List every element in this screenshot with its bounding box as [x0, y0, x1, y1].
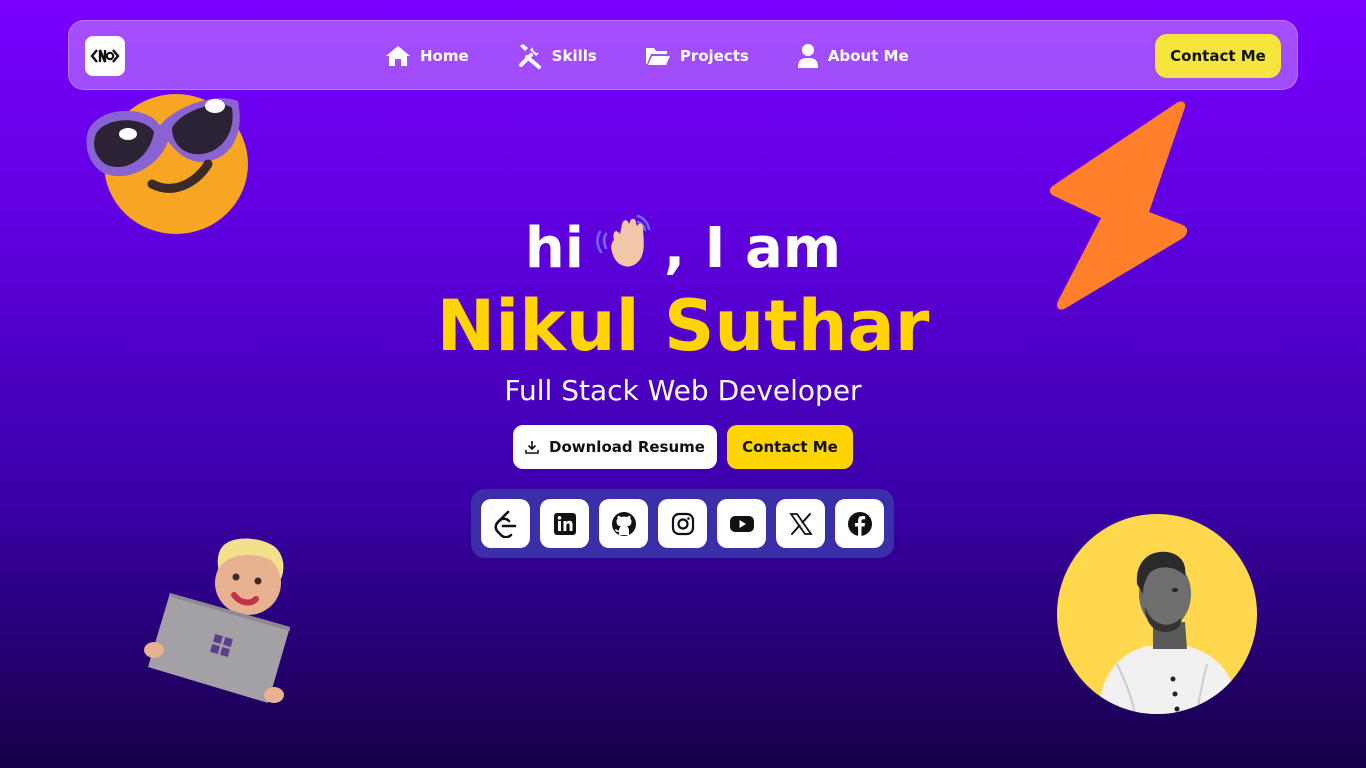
logo[interactable] [85, 36, 125, 76]
social-linkedin[interactable] [540, 499, 589, 548]
home-icon [386, 46, 410, 66]
nav-skills[interactable]: Skills [517, 43, 597, 69]
youtube-icon [729, 515, 754, 532]
github-icon [611, 511, 636, 536]
instagram-icon [671, 512, 694, 535]
nav-contact-button[interactable]: Contact Me [1155, 34, 1281, 78]
social-x[interactable] [776, 499, 825, 548]
hero-greeting: hi , I am [0, 210, 1366, 287]
download-resume-label: Download Resume [549, 438, 705, 456]
hero-contact-button[interactable]: Contact Me [727, 425, 853, 469]
linkedin-icon [553, 512, 576, 535]
nav-projects-label: Projects [679, 47, 749, 65]
waving-hand-icon [594, 210, 656, 287]
nav-projects[interactable]: Projects [645, 46, 749, 66]
social-leetcode[interactable] [481, 499, 530, 548]
nav-home[interactable]: Home [385, 45, 469, 67]
social-links [471, 489, 894, 558]
nav-home-label: Home [420, 47, 469, 65]
social-facebook[interactable] [835, 499, 884, 548]
hero-buttons: Download Resume Contact Me [513, 425, 853, 469]
download-icon [525, 441, 539, 454]
hero-role: Full Stack Web Developer [504, 374, 862, 407]
profile-avatar [1057, 514, 1257, 714]
nav-about[interactable]: About Me [797, 43, 909, 69]
social-youtube[interactable] [717, 499, 766, 548]
leetcode-icon [493, 510, 516, 538]
x-icon [788, 512, 813, 535]
user-icon [797, 44, 818, 68]
nav-about-label: About Me [827, 47, 909, 65]
social-github[interactable] [599, 499, 648, 548]
navbar: Home Skills Projects About Me Contact Me [68, 20, 1298, 90]
folder-icon [645, 48, 670, 65]
technologist-emoji-icon [140, 535, 295, 709]
tools-icon [518, 44, 541, 69]
nav-links: Home Skills Projects About Me [385, 21, 957, 91]
social-instagram[interactable] [658, 499, 707, 548]
facebook-icon [847, 511, 872, 536]
nav-skills-label: Skills [551, 47, 597, 65]
logo-icon [90, 49, 120, 63]
greeting-hi: hi [524, 215, 584, 281]
hero-name: Nikul Suthar [436, 285, 930, 367]
download-resume-button[interactable]: Download Resume [513, 425, 717, 469]
greeting-i-am: , I am [663, 215, 842, 281]
